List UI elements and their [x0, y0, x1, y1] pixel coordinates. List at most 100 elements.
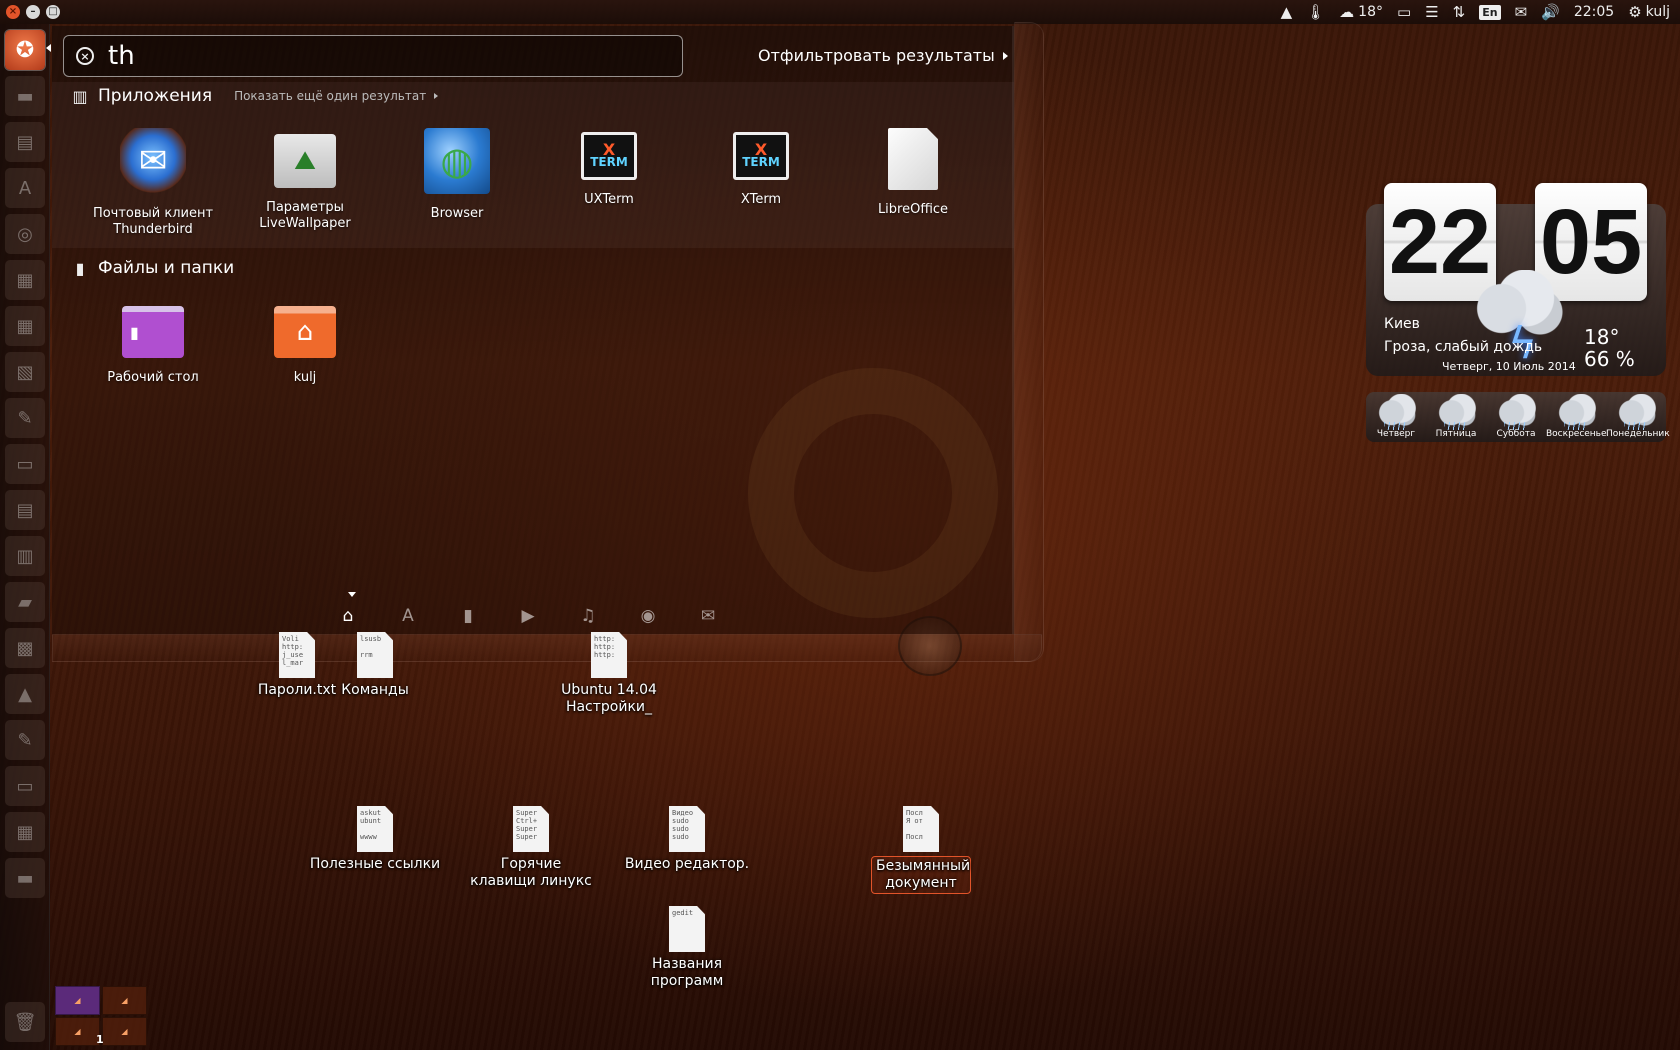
session-indicator[interactable]: ⚙ kulj [1628, 3, 1670, 21]
livewallpaper-icon: ⛰ [274, 134, 336, 188]
printer-icon: ▤ [16, 499, 34, 521]
launcher-item-trash[interactable]: 🗑 [5, 1002, 45, 1042]
desktop-file-label: Названия программ [650, 956, 724, 989]
minimize-button[interactable]: – [26, 5, 40, 19]
filter-results-button[interactable]: Отфильтровать результаты [758, 46, 1008, 65]
launcher-item-chat[interactable]: ▰ [5, 582, 45, 622]
triangle-right-icon [434, 93, 439, 99]
applications-category-title: Приложения [98, 86, 213, 106]
top-panel: × – □ ▲ 🌡 ☁ 18° ▭ ☰ ⇅ En ✉ 🔊 22:05 ⚙ kul… [0, 0, 1680, 24]
files-category-header: ▮ Файлы и папки [72, 258, 235, 278]
dash-search-box[interactable]: × th [63, 35, 683, 77]
desktop-file-useful-links[interactable]: askut ubunt wwww Полезные ссылки [300, 806, 450, 873]
volume-icon[interactable]: 🔊 [1541, 3, 1560, 21]
app-tile-thunderbird[interactable]: ✉ Почтовый клиент Thunderbird [78, 128, 228, 238]
desktop-file-label: Горячие клавищи линукс [470, 856, 592, 889]
clock-indicator[interactable]: 22:05 [1574, 4, 1614, 20]
file-tile-home[interactable]: ⌂ kulj [230, 306, 380, 386]
network-icon[interactable]: ⇅ [1453, 3, 1466, 21]
notification-icon[interactable]: ▲ [1281, 3, 1293, 21]
dash-home-button[interactable]: ✪ [5, 30, 45, 70]
launcher-item-software-center[interactable]: A [5, 168, 45, 208]
close-button[interactable]: × [6, 5, 20, 19]
show-more-results-link[interactable]: Показать ещё один результат [234, 89, 439, 103]
launcher-item-writer[interactable]: ▦ [5, 260, 45, 300]
app-tile-livewallpaper[interactable]: ⛰ Параметры LiveWallpaper [230, 128, 380, 232]
workspace-cell[interactable]: ◢ [102, 1017, 147, 1046]
app-tile-label: Browser [430, 206, 484, 221]
photos-lens-icon[interactable]: ◉ [636, 604, 660, 628]
applications-category-header: ▥ Приложения Показать ещё один результат [72, 86, 439, 106]
forecast-day: Воскресенье [1546, 392, 1607, 439]
desktop-file-commands[interactable]: lsusb rrm Команды [300, 632, 450, 699]
social-lens-icon[interactable]: ✉ [696, 604, 720, 628]
launcher: ✪ ▬ ▤ A ◎ ▦ ▦ ▧ ✎ ▭ ▤ ▥ ▰ ▩ ▲ ✎ ▭ ▦ ▬ 🗑 [0, 24, 50, 1050]
launcher-item-window[interactable]: ▭ [5, 766, 45, 806]
triangle-right-icon [1002, 51, 1008, 60]
music-lens-icon[interactable]: ♫ [576, 604, 600, 628]
home-lens-icon[interactable]: ⌂ [336, 604, 360, 628]
rain-cloud-icon [1494, 394, 1538, 430]
launcher-item-terminal[interactable]: ▭ [5, 444, 45, 484]
cloud-icon [1614, 394, 1658, 430]
launcher-item-editor[interactable]: ✎ [5, 398, 45, 438]
mail-icon[interactable]: ✉ [1515, 3, 1528, 21]
vlc-icon: ▲ [18, 683, 32, 705]
forecast-day-name: Пятница [1435, 429, 1477, 439]
launcher-item-disc[interactable]: ◎ [5, 214, 45, 254]
launcher-item-calc[interactable]: ▦ [5, 306, 45, 346]
desktop-file-label: Команды [341, 682, 409, 698]
folder-icon: ▬ [16, 85, 34, 107]
weather-temp-humidity: 18° 66 % [1584, 326, 1635, 370]
thermometer-icon[interactable]: 🌡 [1306, 3, 1325, 21]
app-tile-libreoffice[interactable]: LibreOffice [838, 128, 988, 218]
pencil-icon: ✎ [17, 407, 33, 429]
weather-city: Киев [1384, 316, 1420, 332]
desktop-file-label: Видео редактор. [624, 856, 750, 872]
ubuntu-logo-icon: ✪ [15, 37, 35, 63]
launcher-item-scanner[interactable]: ▥ [5, 536, 45, 576]
keyboard-layout-indicator[interactable]: En [1479, 4, 1501, 20]
forecast-day-name: Суббота [1496, 429, 1536, 439]
weather-forecast: Четверг Пятница Суббота Воскресенье Поне… [1366, 392, 1670, 442]
launcher-item-vlc[interactable]: ▲ [5, 674, 45, 714]
weather-date: Четверг, 10 Июль 2014 [1442, 360, 1576, 373]
launcher-item-files[interactable]: ▬ [5, 76, 45, 116]
display-icon[interactable]: ▭ [1397, 3, 1411, 21]
launcher-item-file-manager[interactable]: ▤ [5, 122, 45, 162]
desktop-file-ubuntu-settings[interactable]: http: http: http: Ubuntu 14.04 Настройки… [534, 632, 684, 716]
active-lens-marker [348, 592, 356, 597]
xterm-icon: X TERM [733, 132, 789, 180]
workspace-cell[interactable]: ◢ [102, 986, 147, 1015]
search-input[interactable]: th [108, 41, 135, 71]
launcher-item-gallery[interactable]: ▦ [5, 812, 45, 852]
forecast-day: Четверг [1366, 392, 1426, 439]
desktop-file-untitled-document[interactable]: Посл Я от Посл Безымянный документ [846, 806, 996, 894]
launcher-item-impress[interactable]: ▧ [5, 352, 45, 392]
workspace-cell[interactable]: ◢ [55, 1017, 100, 1046]
app-tile-label: Почтовый клиент Thunderbird [92, 206, 214, 237]
browser-icon: ◍ [424, 128, 490, 194]
applications-lens-icon[interactable]: A [396, 604, 420, 628]
forecast-day-name: Воскресенье [1546, 429, 1607, 439]
launcher-item-archive[interactable]: ▩ [5, 628, 45, 668]
maximize-button[interactable]: □ [46, 5, 60, 19]
desktop-file-program-names[interactable]: gedit Названия программ [612, 906, 762, 990]
trash-icon: 🗑 [13, 1011, 37, 1033]
desktop-file-hotkeys[interactable]: Super Ctrl+ Super Super Горячие клавищи … [456, 806, 606, 890]
weather-indicator[interactable]: ☁ 18° [1339, 3, 1383, 21]
file-tile-desktop[interactable]: ▮ Рабочий стол [78, 306, 228, 386]
workspace-cell[interactable]: ◢ [55, 986, 100, 1015]
launcher-item-text-editor[interactable]: ✎ [5, 720, 45, 760]
desktop-file-video-editor[interactable]: Видео sudo sudo sudo Видео редактор. [612, 806, 762, 873]
app-tile-uxterm[interactable]: X TERM UXTerm [534, 128, 684, 208]
files-lens-icon[interactable]: ▮ [456, 604, 480, 628]
app-tile-xterm[interactable]: X TERM XTerm [686, 128, 836, 208]
desktop-file-label: Безымянный документ [871, 856, 971, 894]
launcher-item-printer[interactable]: ▤ [5, 490, 45, 530]
launcher-item-drive[interactable]: ▬ [5, 858, 45, 898]
menu-list-icon[interactable]: ☰ [1425, 3, 1438, 21]
video-lens-icon[interactable]: ▶ [516, 604, 540, 628]
clear-search-icon[interactable]: × [76, 47, 94, 65]
app-tile-browser[interactable]: ◍ Browser [382, 128, 532, 222]
